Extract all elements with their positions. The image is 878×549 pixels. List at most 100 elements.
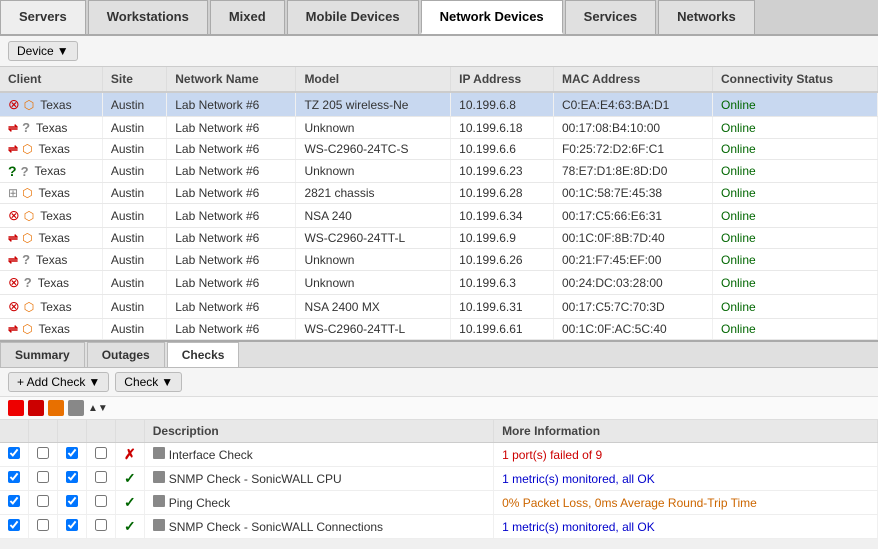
network-cell: Lab Network #6: [167, 295, 296, 319]
bottom-tab-summary[interactable]: Summary: [0, 342, 85, 367]
check-more-link[interactable]: 1 metric(s) monitored, all OK: [502, 520, 655, 534]
switch-icon: ⇌: [8, 142, 18, 156]
tab-mixed[interactable]: Mixed: [210, 0, 285, 34]
col-mac-address: MAC Address: [553, 67, 712, 92]
check-cb-4[interactable]: ✗: [116, 443, 145, 467]
tab-services[interactable]: Services: [565, 0, 657, 34]
check-more-link[interactable]: 1 port(s) failed of 9: [502, 448, 602, 462]
check-checkbox-3[interactable]: [95, 495, 107, 507]
check-cb-4[interactable]: ✓: [116, 491, 145, 515]
bottom-panel: SummaryOutagesChecks + Add Check ▼ Check…: [0, 340, 878, 539]
check-checkbox-2[interactable]: [66, 471, 78, 483]
bottom-tab-outages[interactable]: Outages: [87, 342, 165, 367]
check-more-info[interactable]: 1 port(s) failed of 9: [494, 443, 878, 467]
client-cell: ⊗ ⬡Texas: [0, 295, 102, 319]
client-name: Texas: [35, 164, 66, 178]
check-checkbox-2[interactable]: [66, 495, 78, 507]
table-row[interactable]: ? ?TexasAustinLab Network #6Unknown10.19…: [0, 160, 878, 183]
check-checkbox-3[interactable]: [95, 471, 107, 483]
check-cb-4[interactable]: ✓: [116, 515, 145, 539]
check-checkbox-3[interactable]: [95, 519, 107, 531]
tab-workstations[interactable]: Workstations: [88, 0, 208, 34]
check-name: SNMP Check - SonicWALL Connections: [169, 520, 383, 534]
tab-mobile-devices[interactable]: Mobile Devices: [287, 0, 419, 34]
table-row[interactable]: ⇌ ⬡TexasAustinLab Network #6WS-C2960-24T…: [0, 319, 878, 340]
site-cell: Austin: [102, 183, 166, 204]
mac-cell: F0:25:72:D2:6F:C1: [553, 139, 712, 160]
checks-table-container: DescriptionMore Information ✗Interface C…: [0, 420, 878, 539]
table-row[interactable]: ⇌ ?TexasAustinLab Network #6Unknown10.19…: [0, 117, 878, 139]
check-cb-1[interactable]: [29, 491, 58, 515]
check-checkbox-3[interactable]: [95, 447, 107, 459]
check-more-link[interactable]: 0% Packet Loss, 0ms Average Round-Trip T…: [502, 496, 757, 510]
check-cb-1[interactable]: [29, 443, 58, 467]
check-cb-2[interactable]: [58, 491, 87, 515]
table-row[interactable]: ⇌ ⬡TexasAustinLab Network #6WS-C2960-24T…: [0, 228, 878, 249]
network-cell: Lab Network #6: [167, 204, 296, 228]
check-more-info[interactable]: 1 metric(s) monitored, all OK: [494, 515, 878, 539]
check-arrow: ▼: [161, 375, 173, 389]
check-cb-3[interactable]: [87, 467, 116, 491]
check-cb-0[interactable]: [0, 467, 29, 491]
tab-servers[interactable]: Servers: [0, 0, 86, 34]
client-name: Texas: [39, 186, 70, 200]
check-checkbox-2[interactable]: [66, 447, 78, 459]
tab-networks[interactable]: Networks: [658, 0, 755, 34]
main-toolbar: Device ▼: [0, 36, 878, 67]
check-checkbox-0[interactable]: [8, 447, 20, 459]
check-checkbox-1[interactable]: [37, 471, 49, 483]
check-button[interactable]: Check ▼: [115, 372, 182, 392]
check-checkbox-1[interactable]: [37, 495, 49, 507]
tab-network-devices[interactable]: Network Devices: [421, 0, 563, 34]
check-cb-2[interactable]: [58, 443, 87, 467]
mac-cell: 00:21:F7:45:EF:00: [553, 249, 712, 271]
table-row[interactable]: ⊗ ⬡TexasAustinLab Network #6NSA 2400 MX1…: [0, 295, 878, 319]
check-cb-3[interactable]: [87, 443, 116, 467]
table-row[interactable]: ⊗ ⬡TexasAustinLab Network #6TZ 205 wirel…: [0, 92, 878, 117]
table-row[interactable]: ⇌ ?TexasAustinLab Network #6Unknown10.19…: [0, 249, 878, 271]
check-cb-3[interactable]: [87, 515, 116, 539]
icon-row-3: [48, 400, 64, 416]
client-name: Texas: [36, 121, 67, 135]
status-cell: Online: [713, 92, 878, 117]
check-cb-2[interactable]: [58, 515, 87, 539]
status-cell: Online: [713, 228, 878, 249]
ip-cell: 10.199.6.3: [451, 271, 554, 295]
client-name: Texas: [38, 276, 69, 290]
check-cb-1[interactable]: [29, 467, 58, 491]
check-checkbox-2[interactable]: [66, 519, 78, 531]
check-cb-3[interactable]: [87, 491, 116, 515]
check-checkbox-0[interactable]: [8, 495, 20, 507]
client-name: Texas: [39, 231, 70, 245]
check-col-cb4: [116, 420, 145, 443]
bottom-tab-checks[interactable]: Checks: [167, 342, 240, 367]
cube-icon: ⬡: [24, 300, 34, 314]
site-cell: Austin: [102, 295, 166, 319]
switch-icon: ⇌: [8, 231, 18, 245]
check-more-info[interactable]: 1 metric(s) monitored, all OK: [494, 467, 878, 491]
check-cb-0[interactable]: [0, 491, 29, 515]
status-cell: Online: [713, 249, 878, 271]
table-row[interactable]: ⊗ ?TexasAustinLab Network #6Unknown10.19…: [0, 271, 878, 295]
table-row[interactable]: ⊞ ⬡TexasAustinLab Network #62821 chassis…: [0, 183, 878, 204]
check-checkbox-1[interactable]: [37, 519, 49, 531]
add-check-button[interactable]: + Add Check ▼: [8, 372, 109, 392]
icon-row-sort[interactable]: ▲▼: [88, 403, 108, 414]
check-more-info[interactable]: 0% Packet Loss, 0ms Average Round-Trip T…: [494, 491, 878, 515]
device-dropdown-button[interactable]: Device ▼: [8, 41, 78, 61]
check-cb-2[interactable]: [58, 467, 87, 491]
status-cell: Online: [713, 117, 878, 139]
question-icon: ?: [21, 164, 29, 179]
check-more-link[interactable]: 1 metric(s) monitored, all OK: [502, 472, 655, 486]
check-row: ✓Ping Check0% Packet Loss, 0ms Average R…: [0, 491, 878, 515]
table-row[interactable]: ⇌ ⬡TexasAustinLab Network #6WS-C2960-24T…: [0, 139, 878, 160]
check-cb-1[interactable]: [29, 515, 58, 539]
check-cb-4[interactable]: ✓: [116, 467, 145, 491]
check-checkbox-1[interactable]: [37, 447, 49, 459]
table-row[interactable]: ⊗ ⬡TexasAustinLab Network #6NSA 24010.19…: [0, 204, 878, 228]
check-cb-0[interactable]: [0, 443, 29, 467]
check-checkbox-0[interactable]: [8, 519, 20, 531]
check-checkbox-0[interactable]: [8, 471, 20, 483]
client-name: Texas: [40, 300, 71, 314]
check-cb-0[interactable]: [0, 515, 29, 539]
